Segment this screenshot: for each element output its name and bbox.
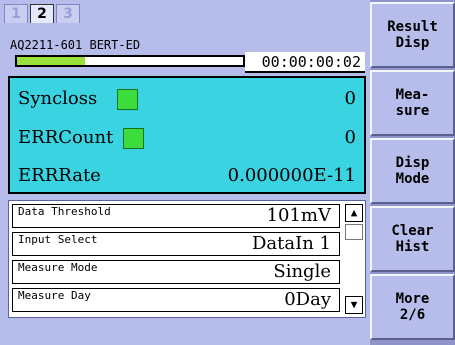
device-title: AQ2211-601 BERT-ED [10, 38, 141, 52]
settings-scrollbar[interactable]: ▲ ▼ [345, 204, 363, 314]
main-display: 1 2 3 AQ2211-601 BERT-ED 00:00:00:02 Syn… [0, 0, 370, 345]
setting-input-select[interactable]: Input Select DataIn 1 [12, 232, 340, 256]
page-tabs: 1 2 3 [4, 4, 82, 23]
result-disp-button[interactable]: Result Disp [370, 2, 455, 68]
errcount-label: ERRCount [18, 127, 114, 148]
measure-button[interactable]: Mea- sure [370, 70, 455, 136]
setting-value: Single [273, 261, 331, 282]
progress-fill [17, 57, 85, 65]
setting-value: DataIn 1 [251, 233, 331, 254]
measurement-progress-bar [15, 55, 245, 67]
softkey-panel: Result Disp Mea- sure Disp Mode Clear Hi… [370, 0, 455, 345]
setting-data-threshold[interactable]: Data Threshold 101mV [12, 204, 340, 228]
scroll-thumb[interactable] [345, 224, 363, 240]
setting-label: Data Threshold [18, 205, 111, 218]
setting-measure-mode[interactable]: Measure Mode Single [12, 260, 340, 284]
setting-value: 0Day [284, 289, 331, 310]
errrate-row: ERRRate 0.000000E-11 [10, 161, 364, 191]
measurement-panel: Syncloss 0 ERRCount 0 ERRRate 0.000000E-… [8, 76, 366, 194]
disp-mode-button[interactable]: Disp Mode [370, 138, 455, 204]
tab-3[interactable]: 3 [56, 4, 80, 23]
setting-label: Measure Mode [18, 261, 98, 274]
clear-hist-button[interactable]: Clear Hist [370, 206, 455, 272]
errrate-label: ERRRate [18, 165, 101, 186]
elapsed-timer: 00:00:00:02 [245, 52, 365, 73]
errcount-indicator [123, 128, 144, 149]
settings-list: Data Threshold 101mV Input Select DataIn… [8, 200, 366, 318]
more-button[interactable]: More 2/6 [370, 274, 455, 340]
setting-label: Measure Day [18, 289, 91, 302]
up-arrow-icon[interactable]: ▲ [345, 204, 363, 222]
setting-value: 101mV [266, 205, 331, 226]
syncloss-value: 0 [344, 88, 356, 109]
syncloss-label: Syncloss [18, 88, 98, 109]
errcount-value: 0 [344, 127, 356, 148]
tab-2[interactable]: 2 [30, 4, 54, 23]
errrate-value: 0.000000E-11 [227, 165, 356, 186]
tab-1[interactable]: 1 [4, 4, 28, 23]
setting-label: Input Select [18, 233, 98, 246]
setting-measure-day[interactable]: Measure Day 0Day [12, 288, 340, 312]
syncloss-row: Syncloss 0 [10, 84, 364, 114]
syncloss-indicator [117, 89, 138, 110]
errcount-row: ERRCount 0 [10, 123, 364, 153]
down-arrow-icon[interactable]: ▼ [345, 296, 363, 314]
